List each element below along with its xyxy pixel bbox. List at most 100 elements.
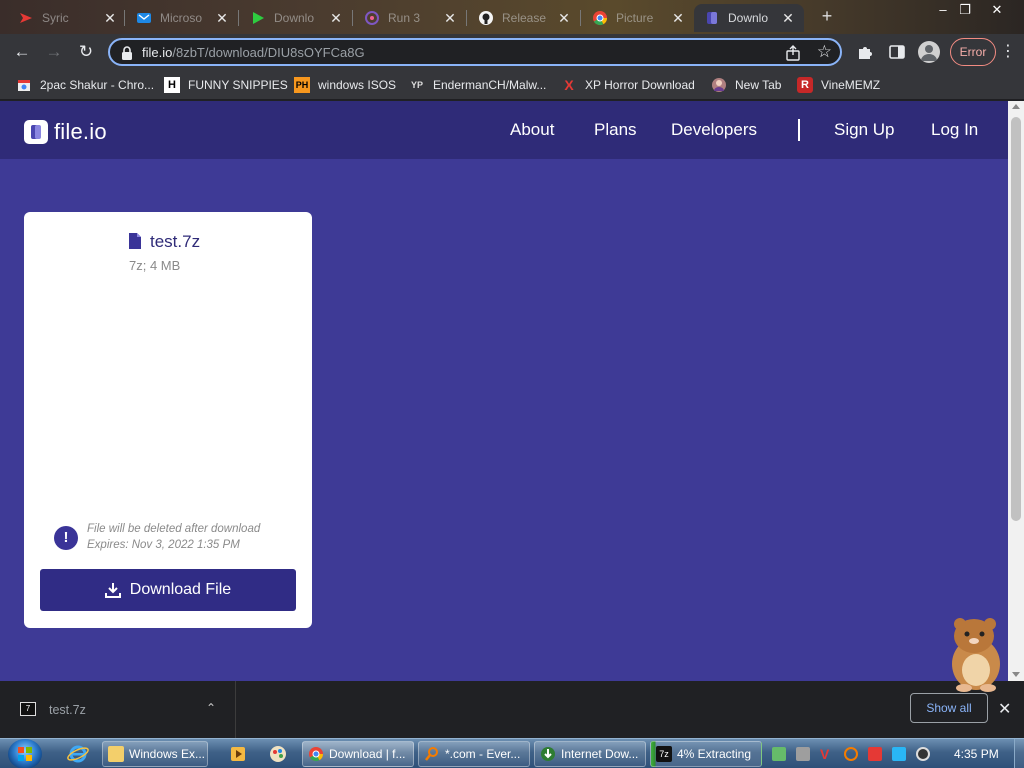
bookmark-label: FUNNY SNIPPIES — [188, 78, 288, 92]
scroll-up-arrow-icon[interactable] — [1012, 104, 1020, 109]
page-scrollbar[interactable] — [1008, 101, 1024, 681]
taskbar-7zip-extracting[interactable]: 7z 4% Extracting — [650, 741, 762, 767]
tab-download-active[interactable]: Downlo ✕ — [694, 4, 804, 32]
tray-search-icon[interactable] — [844, 747, 858, 761]
github-icon — [478, 10, 494, 26]
bookmark-endermanch[interactable]: YP EndermanCH/Malw... — [409, 76, 546, 94]
site-logo[interactable]: file.io — [24, 119, 107, 145]
page-viewport: file.io About Plans Developers Sign Up L… — [0, 101, 1008, 681]
bookmark-funny-snippies[interactable]: H FUNNY SNIPPIES — [164, 76, 288, 94]
outlook-icon — [136, 10, 152, 26]
tab-youtube[interactable]: Syric ✕ — [8, 4, 126, 32]
tray-flag-icon[interactable] — [868, 747, 882, 761]
chevron-up-icon[interactable]: ⌃ — [206, 701, 216, 715]
fileio-logo-icon — [24, 120, 48, 144]
tab-release[interactable]: Release ✕ — [468, 4, 580, 32]
windows-taskbar: Windows Ex... Download | f... *.com - Ev… — [0, 738, 1024, 768]
nav-about[interactable]: About — [510, 120, 554, 140]
7zip-icon: 7z — [656, 746, 672, 762]
close-shelf-icon[interactable]: ✕ — [998, 699, 1011, 719]
error-button[interactable]: Error — [950, 38, 996, 66]
nav-divider — [798, 119, 800, 141]
youtube-icon — [18, 10, 34, 26]
tray-network-icon[interactable] — [772, 747, 786, 761]
back-button[interactable]: ← — [11, 41, 33, 63]
tab-download-1[interactable]: Downlo ✕ — [240, 4, 352, 32]
download-file-button[interactable]: Download File — [40, 569, 296, 611]
share-icon[interactable] — [784, 44, 802, 62]
download-button-label: Download File — [129, 581, 232, 598]
download-shelf: 7 test.7z ⌃ Show all ✕ — [0, 681, 1024, 738]
close-tab-icon[interactable]: ✕ — [102, 10, 118, 27]
file-name: test.7z — [150, 232, 201, 251]
exclamation-icon: ! — [54, 526, 78, 550]
taskbar-chrome-download[interactable]: Download | f... — [302, 741, 414, 767]
bookmark-xp-horror[interactable]: X XP Horror Download — [561, 76, 695, 94]
close-tab-icon[interactable]: ✕ — [556, 10, 572, 27]
scroll-thumb[interactable] — [1011, 117, 1021, 521]
tray-v-icon[interactable]: V — [820, 747, 834, 761]
expiry-date: Expires: Nov 3, 2022 1:35 PM — [87, 539, 240, 551]
bookmark-vinememz[interactable]: R VineMEMZ — [797, 76, 880, 94]
url-path: /8zbT/download/DIU8sOYFCa8G — [172, 45, 365, 60]
show-all-button[interactable]: Show all — [910, 693, 988, 723]
folder-icon — [108, 746, 124, 762]
logo-text: file.io — [54, 119, 107, 144]
tray-app-icon[interactable] — [796, 747, 810, 761]
taskbar-clock[interactable]: 4:35 PM — [954, 747, 999, 761]
close-tab-icon[interactable]: ✕ — [670, 10, 686, 27]
nav-sign-up[interactable]: Sign Up — [834, 120, 894, 140]
idm-icon — [540, 746, 556, 762]
download-item[interactable]: 7 test.7z ⌃ — [0, 681, 236, 738]
close-tab-icon[interactable]: ✕ — [780, 10, 796, 27]
chrome-icon — [592, 10, 608, 26]
tray-speaker-icon[interactable] — [916, 747, 930, 761]
x-icon: X — [564, 77, 574, 93]
taskbar-windows-explorer[interactable]: Windows Ex... — [102, 741, 208, 767]
bookmark-new-tab[interactable]: New Tab — [711, 76, 781, 94]
close-tab-icon[interactable]: ✕ — [442, 10, 458, 27]
tab-title: Syric — [42, 11, 69, 25]
deletion-notice: File will be deleted after download Expi… — [87, 521, 260, 553]
window-close-icon[interactable]: ✕ — [986, 2, 1008, 18]
nav-plans[interactable]: Plans — [594, 120, 637, 140]
taskbar-everything-search[interactable]: *.com - Ever... — [418, 741, 530, 767]
tab-run-3[interactable]: Run 3 ✕ — [354, 4, 466, 32]
bookmark-windows-isos[interactable]: PH windows ISOS — [294, 76, 396, 94]
tab-title: Microso — [160, 11, 203, 25]
internet-explorer-icon[interactable] — [66, 743, 90, 765]
profile-avatar-icon[interactable] — [918, 41, 940, 63]
h-icon: H — [164, 77, 180, 93]
search-everything-icon — [424, 746, 440, 762]
scroll-down-arrow-icon[interactable] — [1012, 672, 1020, 677]
media-player-icon[interactable] — [226, 743, 250, 765]
tab-picture[interactable]: Picture ✕ — [582, 4, 694, 32]
show-desktop-button[interactable] — [1014, 739, 1024, 768]
extensions-puzzle-icon[interactable] — [856, 43, 874, 61]
reload-button[interactable]: ↻ — [75, 41, 97, 63]
start-button[interactable] — [8, 739, 42, 768]
paint-icon[interactable] — [266, 743, 290, 765]
nav-log-in[interactable]: Log In — [931, 120, 978, 140]
close-tab-icon[interactable]: ✕ — [328, 10, 344, 27]
address-bar[interactable]: file.io/8zbT/download/DIU8sOYFCa8G ☆ — [108, 38, 842, 66]
close-tab-icon[interactable]: ✕ — [214, 10, 230, 27]
kebab-menu-icon[interactable]: ⋮ — [1000, 42, 1016, 62]
bookmark-2pac[interactable]: 2pac Shakur - Chro... — [16, 76, 154, 94]
bookmark-star-icon[interactable]: ☆ — [817, 42, 832, 62]
tray-monitor-icon[interactable] — [892, 747, 906, 761]
bookmark-label: 2pac Shakur - Chro... — [40, 78, 155, 92]
restore-icon[interactable]: ❐ — [954, 2, 976, 18]
side-panel-icon[interactable] — [888, 43, 906, 61]
bookmark-label: VineMEMZ — [821, 78, 881, 92]
taskbar-internet-download-manager[interactable]: Internet Dow... — [534, 741, 646, 767]
taskbar-label: *.com - Ever... — [445, 747, 521, 761]
nav-developers[interactable]: Developers — [671, 120, 757, 140]
download-item-name: test.7z — [49, 703, 86, 717]
new-tab-button[interactable]: + — [817, 6, 837, 27]
url-text[interactable]: file.io/8zbT/download/DIU8sOYFCa8G — [142, 45, 365, 60]
lock-icon[interactable] — [120, 45, 134, 61]
minimize-icon[interactable]: – — [932, 2, 954, 17]
forward-button[interactable]: → — [43, 41, 65, 63]
tab-microsoft[interactable]: Microso ✕ — [126, 4, 238, 32]
